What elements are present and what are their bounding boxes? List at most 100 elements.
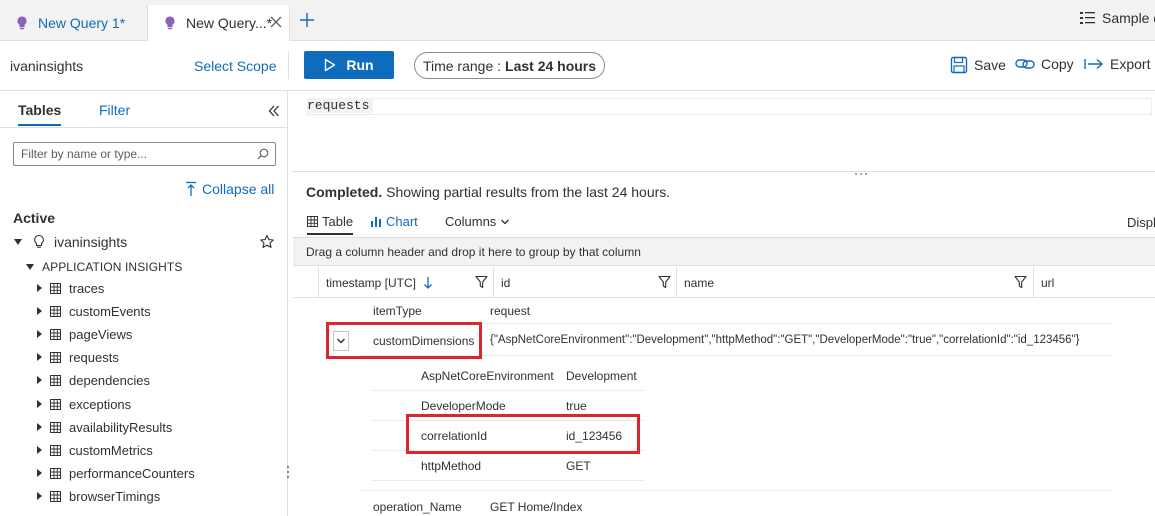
table-icon: [50, 444, 61, 456]
tree-item-traces[interactable]: traces: [37, 278, 104, 298]
status-text: Showing partial results from the last 24…: [386, 184, 671, 200]
columns-label: Columns: [445, 214, 497, 229]
caret-right-icon: [37, 446, 42, 454]
toolbar-divider: [288, 51, 289, 79]
filter-funnel-icon[interactable]: [658, 275, 671, 289]
tab-table[interactable]: Table: [307, 214, 354, 235]
highlight-correlation-id: [406, 414, 640, 454]
star-icon[interactable]: [259, 234, 275, 250]
column-header-timestamp[interactable]: timestamp [UTC]: [326, 276, 416, 290]
caret-right-icon: [37, 423, 42, 431]
tree-item-requests[interactable]: requests: [37, 347, 119, 367]
query-toolbar: ivaninsights Select Scope Run Time range…: [0, 41, 1155, 91]
add-tab-icon[interactable]: [299, 12, 315, 28]
export-label: Export: [1110, 56, 1151, 72]
collapse-all-button[interactable]: Collapse all: [184, 181, 274, 197]
tree-item-availabilityResults[interactable]: availabilityResults: [37, 417, 172, 437]
tree-item-exceptions[interactable]: exceptions: [37, 394, 131, 414]
table-name: browserTimings: [69, 488, 161, 504]
table-name: exceptions: [69, 396, 132, 412]
time-range-button[interactable]: Time range : Last 24 hours: [414, 52, 605, 79]
caret-right-icon: [37, 330, 42, 338]
status-bold: Completed.: [306, 184, 383, 200]
query-text[interactable]: requests: [307, 98, 374, 113]
tree-item-pageViews[interactable]: pageViews: [37, 324, 132, 344]
double-chevron-left-icon[interactable]: [268, 105, 280, 117]
pane-divider: [0, 127, 288, 128]
run-button[interactable]: Run: [304, 51, 394, 79]
export-button[interactable]: Export: [1084, 56, 1150, 72]
columns-dropdown[interactable]: Columns: [445, 214, 510, 229]
tab-new-query-2[interactable]: New Query...*: [147, 5, 290, 41]
sort-down-arrow-icon[interactable]: [423, 276, 433, 290]
column-header-id[interactable]: id: [501, 276, 510, 290]
tree-item-browserTimings[interactable]: browserTimings: [37, 486, 160, 506]
lightbulb-icon: [17, 16, 27, 30]
table-filter-box[interactable]: [13, 142, 276, 166]
tab-tables[interactable]: Tables: [18, 102, 62, 126]
table-icon: [50, 351, 61, 363]
detail-value-operation-name: GET Home/Index: [490, 500, 583, 514]
group-by-drop-zone[interactable]: Drag a column header and drop it here to…: [293, 237, 1155, 266]
nested-value: GET: [566, 459, 591, 473]
table-name: customMetrics: [69, 442, 153, 458]
save-icon: [950, 56, 968, 74]
tree-item-customEvents[interactable]: customEvents: [37, 301, 151, 321]
tree-item-dependencies[interactable]: dependencies: [37, 370, 150, 390]
table-name: dependencies: [69, 372, 150, 388]
link-icon: [1015, 59, 1035, 69]
nested-key: DeveloperMode: [421, 399, 506, 413]
table-name: availabilityResults: [69, 419, 173, 435]
column-header-url[interactable]: url: [1041, 276, 1054, 290]
column-separator: [493, 267, 494, 297]
table-filter-input[interactable]: [14, 143, 254, 165]
column-header-name[interactable]: name: [684, 276, 714, 290]
copy-button[interactable]: Copy: [1015, 56, 1074, 72]
sample-queries-label: Sample q: [1102, 10, 1155, 26]
display-label[interactable]: Displ: [1127, 215, 1155, 230]
detail-value-itemType: request: [490, 304, 531, 318]
caret-right-icon: [37, 376, 42, 384]
caret-right-icon: [37, 469, 42, 477]
active-section-label: Active: [13, 210, 56, 226]
caret-down-icon: [14, 239, 22, 245]
tree-node-application-insights[interactable]: APPLICATION INSIGHTS: [26, 260, 182, 274]
table-icon: [50, 305, 61, 317]
table-name: requests: [69, 349, 119, 365]
save-label: Save: [974, 57, 1006, 73]
tree-node-workspace[interactable]: ivaninsights: [14, 234, 127, 250]
filter-funnel-icon[interactable]: [1014, 275, 1027, 289]
collapse-all-icon: [186, 181, 196, 196]
sample-queries-button[interactable]: Sample q: [1080, 10, 1155, 26]
lightbulb-outline-icon: [34, 234, 44, 248]
tree-item-performanceCounters[interactable]: performanceCounters: [37, 463, 195, 483]
tree-item-customMetrics[interactable]: customMetrics: [37, 440, 153, 460]
tab-label: New Query 1*: [38, 15, 126, 31]
editor-resize-handle-icon[interactable]: [853, 172, 869, 176]
table-name: pageViews: [69, 326, 133, 342]
play-icon: [325, 58, 336, 72]
filter-funnel-icon[interactable]: [475, 275, 488, 289]
close-icon[interactable]: [269, 15, 283, 29]
table-name: customEvents: [69, 303, 151, 319]
tab-new-query-1[interactable]: New Query 1*: [0, 5, 145, 41]
table-name: performanceCounters: [69, 465, 195, 481]
detail-key-itemType: itemType: [373, 304, 422, 318]
nested-key: httpMethod: [421, 459, 482, 473]
query-editor[interactable]: requests: [291, 91, 1155, 171]
detail-value-customDimensions: {"AspNetCoreEnvironment":"Development","…: [490, 334, 1080, 346]
caret-right-icon: [37, 400, 42, 408]
table-icon: [50, 421, 61, 433]
tab-filter[interactable]: Filter: [99, 102, 130, 118]
row-divider: [360, 490, 1113, 491]
pane-resize-handle-icon[interactable]: [286, 464, 290, 480]
save-button[interactable]: Save: [950, 56, 1006, 74]
list-icon: [1080, 12, 1095, 24]
table-icon: [50, 490, 61, 502]
group-hint: Drag a column header and drop it here to…: [306, 245, 641, 259]
caret-right-icon: [37, 353, 42, 361]
select-scope-link[interactable]: Select Scope: [194, 58, 277, 74]
tab-chart[interactable]: Chart: [370, 214, 418, 229]
row-divider: [372, 480, 644, 481]
workspace-name: ivaninsights: [10, 58, 84, 74]
